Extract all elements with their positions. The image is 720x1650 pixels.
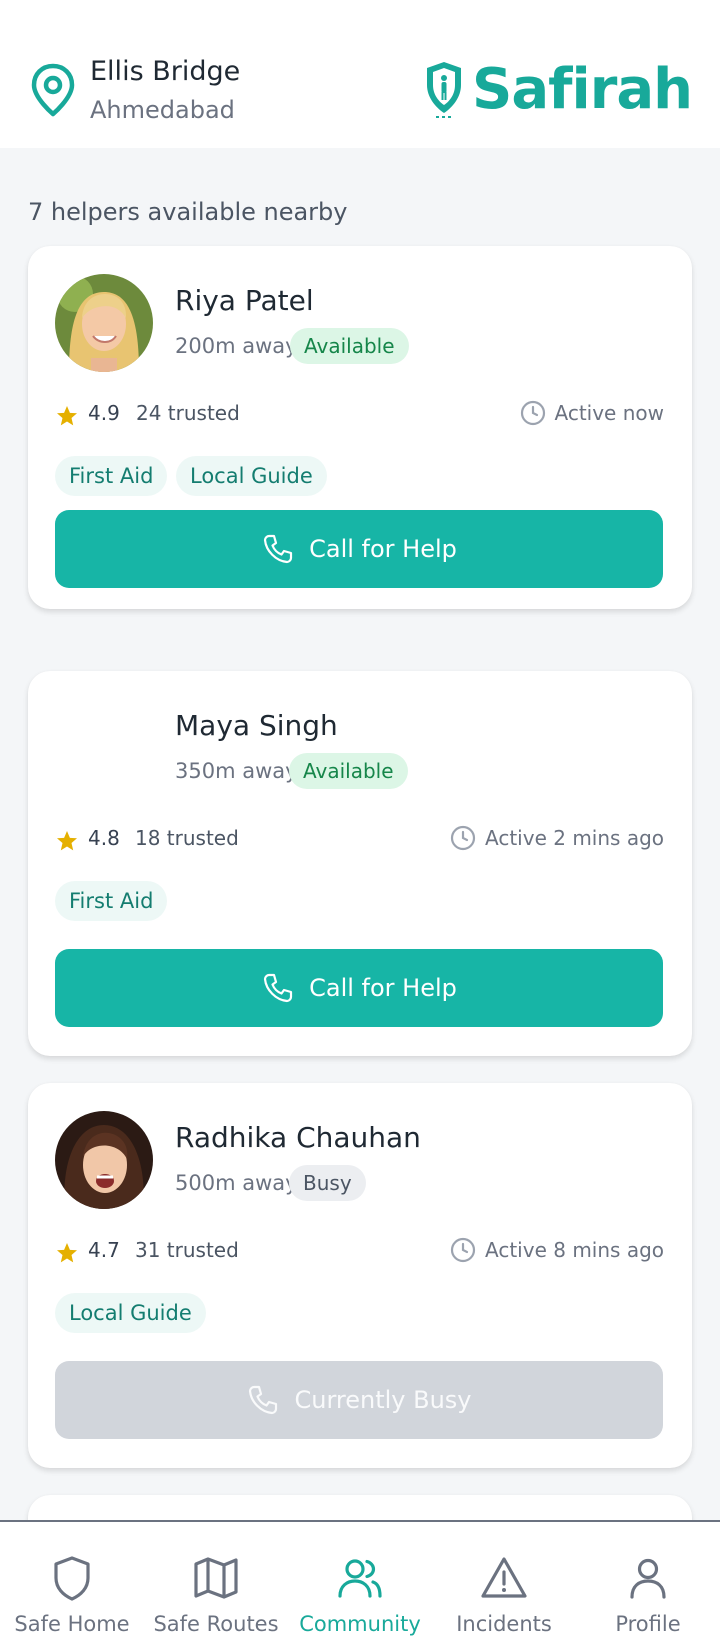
top-header: Ellis Bridge Ahmedabad Safirah xyxy=(0,0,720,148)
helper-trusted-count: 18 trusted xyxy=(135,826,239,850)
avatar xyxy=(55,1111,153,1209)
location-region: Ahmedabad xyxy=(90,96,235,124)
helper-card: Maya Singh 350m away Available 4.8 18 tr… xyxy=(28,671,692,1056)
nav-item-safe-routes[interactable]: Safe Routes xyxy=(144,1522,288,1650)
status-badge: Busy xyxy=(289,1165,366,1201)
skill-tag: First Aid xyxy=(55,456,168,496)
location-pin-icon[interactable] xyxy=(28,62,78,118)
star-icon xyxy=(57,1243,77,1263)
helper-name: Riya Patel xyxy=(175,284,314,317)
nav-item-profile[interactable]: Profile xyxy=(576,1522,720,1650)
clock-icon xyxy=(450,825,476,851)
skill-tag: Local Guide xyxy=(176,456,327,496)
helper-rating: 4.9 xyxy=(88,401,120,425)
helper-rating: 4.8 xyxy=(88,826,120,850)
map-icon xyxy=(194,1557,238,1599)
shield-person-logo-icon xyxy=(427,62,462,118)
helper-card: Riya Patel 200m away Available 4.9 24 tr… xyxy=(28,246,692,609)
currently-busy-button[interactable]: Currently Busy xyxy=(55,1361,663,1439)
clock-icon xyxy=(520,400,545,426)
brand-logo: Safirah xyxy=(422,57,693,122)
nav-label: Safe Home xyxy=(14,1612,130,1636)
active-text: Active now xyxy=(554,401,665,425)
call-for-help-button[interactable]: Call for Help xyxy=(55,510,663,588)
nav-item-community[interactable]: Community xyxy=(288,1522,432,1650)
user-icon xyxy=(630,1558,666,1599)
helper-distance: 350m away xyxy=(175,759,298,783)
active-text: Active 2 mins ago xyxy=(485,826,664,850)
helper-trusted-count: 24 trusted xyxy=(136,401,240,425)
helper-distance: 500m away xyxy=(175,1171,298,1195)
status-badge: Available xyxy=(289,753,408,789)
helper-rating: 4.7 xyxy=(88,1238,120,1262)
skill-tag: First Aid xyxy=(55,881,168,921)
bottom-navigation: Safe Home Safe Routes Community Incident… xyxy=(0,1520,720,1650)
helper-card: Radhika Chauhan 500m away Busy 4.7 31 tr… xyxy=(28,1083,692,1468)
active-text: Active 8 mins ago xyxy=(485,1238,664,1262)
nav-label: Profile xyxy=(615,1612,681,1636)
helper-name: Maya Singh xyxy=(175,709,338,742)
avatar-placeholder xyxy=(55,699,153,797)
location-city[interactable]: Ellis Bridge xyxy=(90,56,240,87)
nav-item-safe-home[interactable]: Safe Home xyxy=(0,1522,144,1650)
helper-trusted-count: 31 trusted xyxy=(135,1238,239,1262)
brand-name: Safirah xyxy=(472,57,693,122)
activity-status: Active 8 mins ago xyxy=(449,1235,664,1265)
warning-icon xyxy=(481,1557,527,1598)
clock-icon xyxy=(450,1237,476,1263)
star-icon xyxy=(57,831,77,851)
shield-icon xyxy=(54,1556,90,1601)
call-for-help-button[interactable]: Call for Help xyxy=(55,949,663,1027)
phone-icon xyxy=(264,973,293,1003)
activity-status: Active 2 mins ago xyxy=(449,823,664,853)
button-label: Currently Busy xyxy=(294,1386,472,1414)
nav-label: Safe Routes xyxy=(153,1612,279,1636)
button-label: Call for Help xyxy=(309,974,457,1002)
activity-status: Active now xyxy=(519,398,665,428)
phone-icon xyxy=(249,1385,278,1415)
nav-item-incidents[interactable]: Incidents xyxy=(432,1522,576,1650)
avatar xyxy=(55,274,153,372)
skill-tag: Local Guide xyxy=(55,1293,206,1333)
app-root: Ellis Bridge Ahmedabad Safirah 7 helpers… xyxy=(0,0,720,1650)
helper-distance: 200m away xyxy=(175,334,298,358)
status-badge: Available xyxy=(290,328,409,364)
star-icon xyxy=(57,406,77,426)
users-icon xyxy=(338,1559,382,1598)
helpers-count: 7 helpers available nearby xyxy=(28,198,348,226)
button-label: Call for Help xyxy=(309,535,457,563)
nav-label: Incidents xyxy=(456,1612,552,1636)
phone-icon xyxy=(264,534,293,564)
nav-label: Community xyxy=(299,1612,421,1636)
helper-name: Radhika Chauhan xyxy=(175,1121,421,1154)
